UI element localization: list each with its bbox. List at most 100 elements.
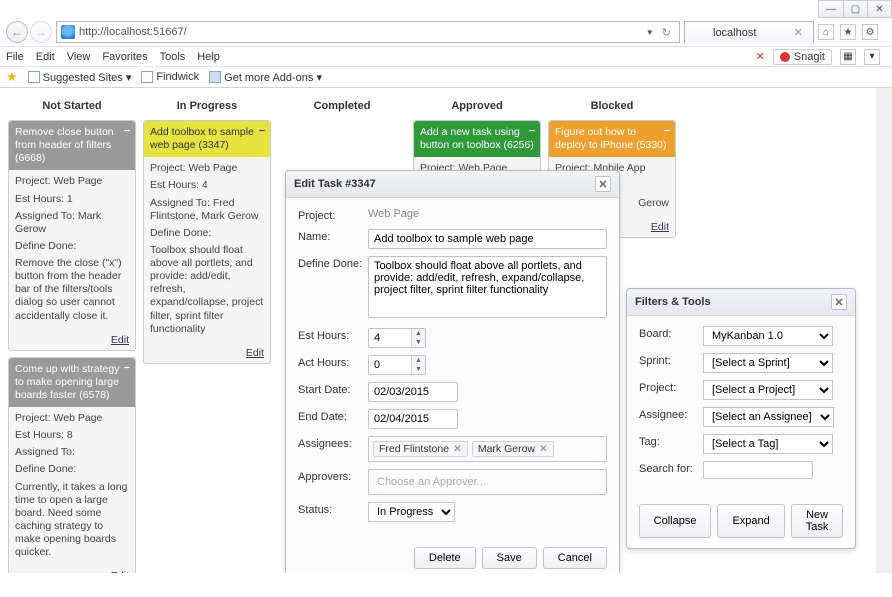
dialog-title: Edit Task #3347 [294, 178, 376, 190]
col-header: In Progress [143, 96, 271, 120]
tools-icon[interactable]: ⚙ [862, 24, 878, 40]
tab-close-icon[interactable]: ✕ [794, 26, 803, 39]
card-6578[interactable]: Come up with strategy to make opening la… [8, 357, 136, 573]
chip-remove-icon[interactable]: ✕ [539, 443, 548, 455]
sprint-select[interactable]: [Select a Sprint] [703, 353, 833, 373]
url-dropdown-icon[interactable]: ▼ [646, 28, 654, 37]
favorites-star-icon[interactable]: ★ [6, 69, 18, 85]
refresh-icon[interactable]: ↻ [658, 26, 675, 39]
collapse-icon[interactable]: − [259, 125, 265, 138]
maximize-button[interactable]: ▢ [843, 1, 867, 17]
col-header: Approved [413, 96, 541, 120]
assignee-select[interactable]: [Select an Assignee] [703, 407, 834, 427]
nav-buttons: ← → [6, 21, 52, 43]
edit-link[interactable]: Edit [246, 347, 264, 359]
menu-x-icon[interactable]: ✕ [756, 50, 765, 63]
assignees-input[interactable]: Fred Flintstone✕ Mark Gerow✕ [368, 436, 607, 462]
save-button[interactable]: Save [482, 547, 537, 569]
site-icon [28, 71, 40, 83]
project-select[interactable]: [Select a Project] [703, 380, 833, 400]
forward-button[interactable]: → [30, 21, 52, 43]
col-in-progress: In Progress Add toolbox to sample web pa… [143, 96, 271, 573]
snagit-dropdown-icon[interactable]: ▾ [864, 49, 880, 65]
collapse-icon[interactable]: − [124, 362, 130, 375]
tab-title: localhost [713, 27, 756, 39]
edit-link[interactable]: Edit [651, 221, 669, 233]
expand-button[interactable]: Expand [717, 504, 784, 538]
home-icon[interactable]: ⌂ [818, 24, 834, 40]
status-select[interactable]: In Progress [368, 502, 455, 522]
site-icon [209, 71, 221, 83]
project-value: Web Page [368, 208, 607, 220]
url-field[interactable]: ▼ ↻ [56, 21, 680, 43]
chip-remove-icon[interactable]: ✕ [453, 443, 462, 455]
minimize-button[interactable]: — [819, 1, 843, 17]
board-select[interactable]: MyKanban 1.0 [703, 326, 833, 346]
tag-select[interactable]: [Select a Tag] [703, 434, 833, 454]
edit-task-dialog: Edit Task #3347 ✕ Project:Web Page Name:… [285, 170, 620, 573]
act-hours-input[interactable] [369, 356, 411, 374]
tab-localhost[interactable]: localhost ✕ [684, 21, 814, 43]
dialog-title-bar[interactable]: Edit Task #3347 ✕ [286, 171, 619, 198]
chrome-right-icons: ⌂ ★ ⚙ [818, 24, 886, 40]
define-done-input[interactable] [368, 256, 607, 318]
cancel-button[interactable]: Cancel [543, 547, 607, 569]
spinner-up-icon[interactable]: ▲ [412, 356, 425, 365]
fav-findwick[interactable]: Findwick [141, 71, 199, 83]
spinner-down-icon[interactable]: ▼ [412, 338, 425, 347]
snagit-icon [780, 52, 790, 62]
edit-link[interactable]: Edit [111, 570, 129, 573]
ie-favicon [61, 25, 75, 39]
spinner-down-icon[interactable]: ▼ [412, 365, 425, 374]
collapse-icon[interactable]: − [529, 125, 535, 138]
menu-bar: File Edit View Favorites Tools Help ✕ Sn… [0, 46, 892, 66]
address-bar-row: ← → ▼ ↻ localhost ✕ ⌂ ★ ⚙ [0, 18, 892, 46]
delete-button[interactable]: Delete [414, 547, 476, 569]
menu-edit[interactable]: Edit [36, 51, 55, 63]
collapse-icon[interactable]: − [124, 125, 130, 138]
dialog-title: Filters & Tools [635, 296, 711, 308]
name-input[interactable] [368, 229, 607, 249]
menu-help[interactable]: Help [197, 51, 220, 63]
collapse-button[interactable]: Collapse [639, 504, 712, 538]
favorites-icon[interactable]: ★ [840, 24, 856, 40]
col-not-started: Not Started Remove close button from hea… [8, 96, 136, 573]
snagit-button[interactable]: Snagit [773, 49, 832, 65]
col-header: Completed [278, 96, 406, 120]
back-button[interactable]: ← [6, 21, 28, 43]
page-content: Not Started Remove close button from hea… [0, 88, 892, 573]
card-3347[interactable]: Add toolbox to sample web page (3347)− P… [143, 120, 271, 364]
end-date-input[interactable] [368, 409, 458, 429]
edit-link[interactable]: Edit [111, 334, 129, 346]
fav-get-addons[interactable]: Get more Add-ons ▾ [209, 71, 322, 84]
window-controls: — ▢ ✕ [818, 0, 892, 18]
dialog-close-icon[interactable]: ✕ [831, 294, 847, 310]
site-icon [141, 71, 153, 83]
assignee-chip[interactable]: Mark Gerow✕ [472, 441, 554, 457]
close-window-button[interactable]: ✕ [867, 1, 891, 17]
dialog-close-icon[interactable]: ✕ [595, 176, 611, 192]
tab-favicon [695, 27, 707, 39]
col-header: Not Started [8, 96, 136, 120]
favorites-bar: ★ Suggested Sites ▾ Findwick Get more Ad… [0, 66, 892, 88]
new-task-button[interactable]: New Task [791, 504, 844, 538]
assignee-chip[interactable]: Fred Flintstone✕ [373, 441, 468, 457]
spinner-up-icon[interactable]: ▲ [412, 329, 425, 338]
snagit-menu-icon[interactable]: ▦ [840, 49, 856, 65]
filters-tools-dialog: Filters & Tools ✕ Board:MyKanban 1.0 Spr… [626, 288, 856, 549]
url-input[interactable] [79, 26, 642, 38]
dialog-title-bar[interactable]: Filters & Tools ✕ [627, 289, 855, 316]
menu-tools[interactable]: Tools [160, 51, 186, 63]
approvers-input[interactable]: Choose an Approver... [368, 469, 607, 495]
card-6668[interactable]: Remove close button from header of filte… [8, 120, 136, 351]
est-hours-input[interactable] [369, 329, 411, 347]
menu-view[interactable]: View [67, 51, 91, 63]
menu-file[interactable]: File [6, 51, 24, 63]
scrollbar-thumb[interactable] [878, 88, 890, 128]
start-date-input[interactable] [368, 382, 458, 402]
fav-suggested-sites[interactable]: Suggested Sites ▾ [28, 71, 132, 84]
collapse-icon[interactable]: − [664, 125, 670, 138]
search-input[interactable] [703, 461, 813, 479]
col-header: Blocked [548, 96, 676, 120]
menu-favorites[interactable]: Favorites [102, 51, 147, 63]
